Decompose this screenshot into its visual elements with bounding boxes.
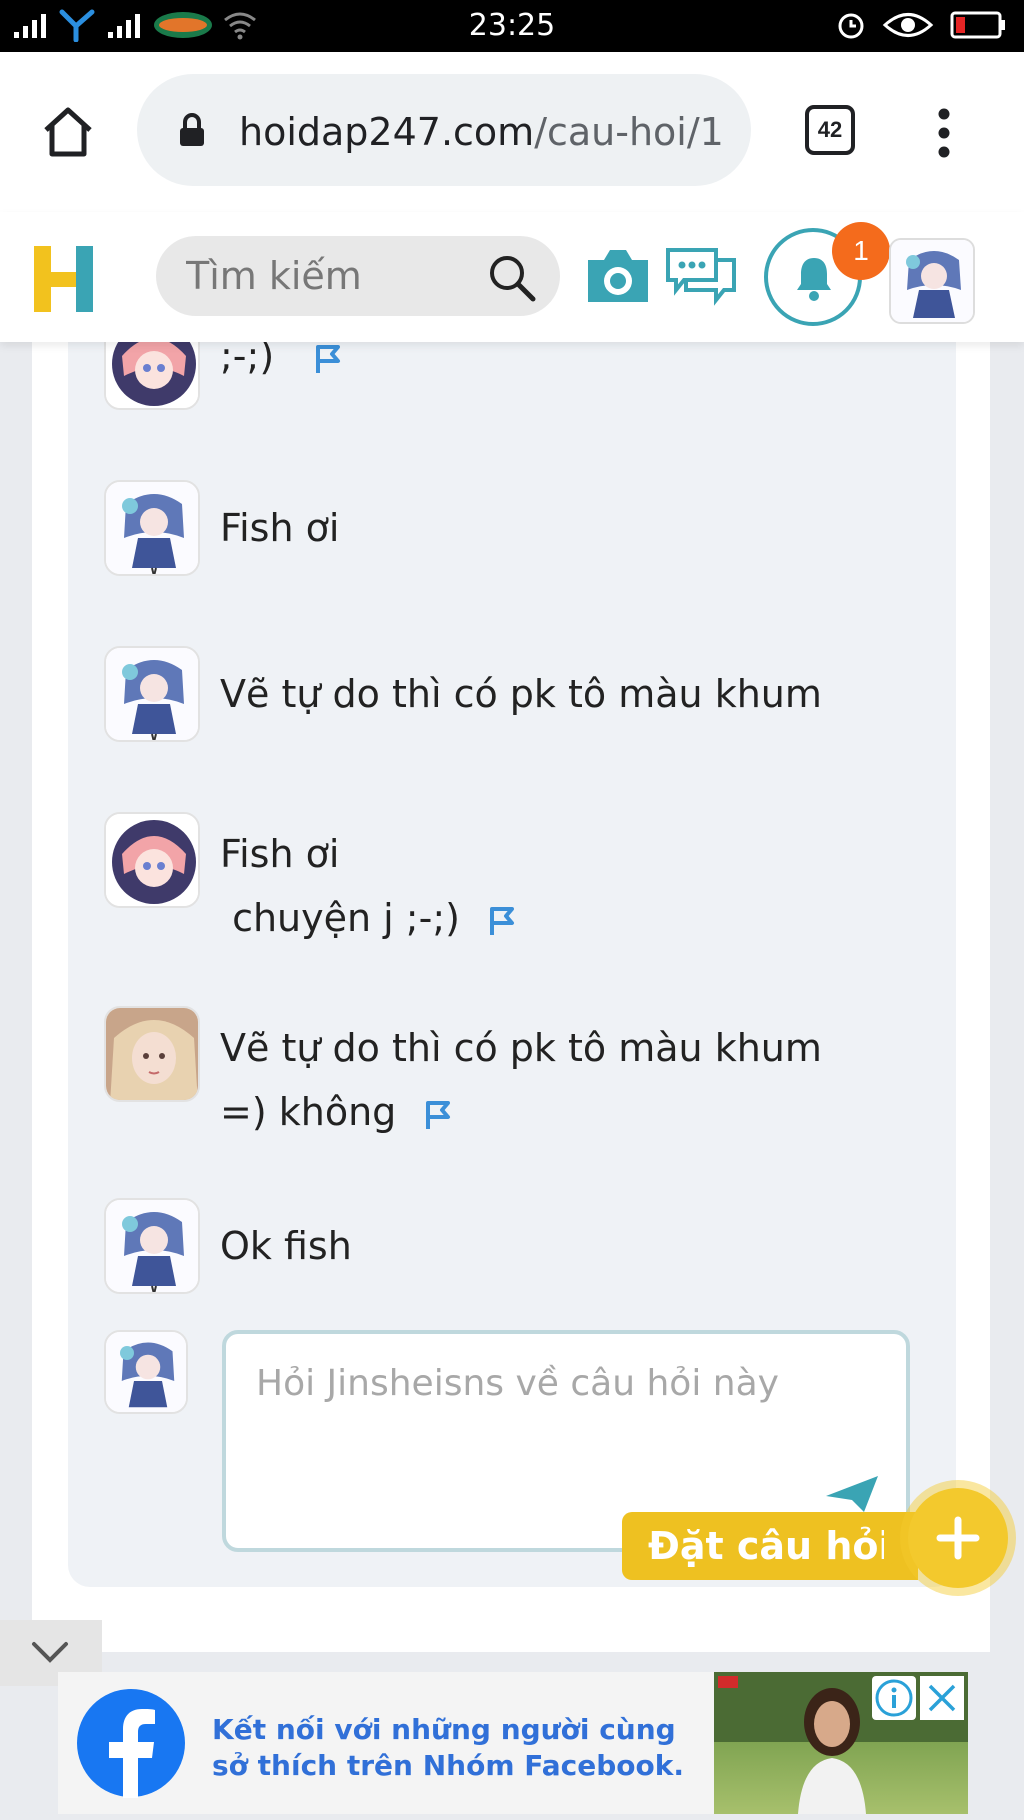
- ad-text: Kết nối với những người cùng sở thích tr…: [212, 1712, 684, 1784]
- browser-toolbar: hoidap247.com/cau-hoi/1 42: [0, 52, 1024, 212]
- notification-badge: 1: [832, 222, 890, 280]
- message-line: chuyện j ;-;): [220, 896, 460, 940]
- send-icon[interactable]: [824, 1474, 880, 1514]
- message-text: Fish ơi chuyện j ;-;): [220, 822, 518, 950]
- address-bar[interactable]: hoidap247.com/cau-hoi/1: [137, 74, 751, 186]
- home-icon[interactable]: [40, 104, 96, 158]
- message-avatar[interactable]: [104, 480, 200, 576]
- message-avatar[interactable]: [104, 812, 200, 908]
- info-icon: [875, 1679, 913, 1717]
- battery-icon: [950, 11, 1005, 39]
- bell-icon: [797, 258, 831, 301]
- search-input[interactable]: [186, 236, 486, 316]
- anime-girl-blue-avatar: [106, 648, 198, 740]
- status-bar: 23:25: [0, 0, 1024, 52]
- anime-girl-blue-avatar: [106, 1332, 186, 1412]
- search-icon[interactable]: [486, 252, 538, 304]
- message-line: Ok fish: [220, 1224, 352, 1268]
- message-text: Vẽ tự do thì có pk tô màu khum =) không: [220, 1016, 822, 1144]
- ad-info-button[interactable]: [872, 1676, 916, 1720]
- message-text: Fish ơi: [220, 496, 339, 560]
- search-box: [156, 236, 560, 316]
- ad-banner[interactable]: Kết nối với những người cùng sở thích tr…: [58, 1672, 968, 1814]
- tab-switcher-button[interactable]: 42: [805, 105, 855, 155]
- lock-icon: [180, 113, 204, 146]
- my-avatar[interactable]: [104, 1330, 188, 1414]
- anime-girl-blue-avatar: [106, 1200, 198, 1292]
- ask-question-label[interactable]: Đặt câu hỏi: [622, 1512, 918, 1580]
- message-line: Fish ơi: [220, 506, 340, 550]
- message-line: Fish ơi: [220, 832, 340, 876]
- more-menu-icon[interactable]: [932, 106, 956, 160]
- ask-label-arrow: [884, 1520, 908, 1572]
- report-flag-icon[interactable]: [422, 1099, 454, 1131]
- chevron-down-icon: [32, 1642, 68, 1663]
- message-line-2: =) không: [220, 1080, 822, 1144]
- message-line-2: chuyện j ;-;): [220, 886, 518, 950]
- reply-input[interactable]: [256, 1354, 876, 1514]
- camera-icon[interactable]: [582, 244, 654, 308]
- anime-girl-blue-avatar: [891, 240, 973, 322]
- url-host: hoidap247.com: [239, 110, 535, 154]
- ad-close-button[interactable]: [920, 1676, 964, 1720]
- message-text: Ok fish: [220, 1214, 352, 1278]
- user-avatar[interactable]: [889, 238, 975, 324]
- report-flag-icon[interactable]: [486, 905, 518, 937]
- chat-icon[interactable]: [664, 246, 740, 310]
- anime-girl-blue-avatar: [106, 482, 198, 574]
- site-logo[interactable]: [32, 242, 98, 314]
- eye-comfort-icon: [882, 13, 934, 37]
- message-avatar[interactable]: [104, 1006, 200, 1102]
- site-header: 1: [0, 212, 1024, 342]
- doll-girl-avatar: [106, 1008, 198, 1100]
- anime-girl-pink-avatar: [106, 814, 198, 906]
- report-flag-icon[interactable]: [312, 343, 344, 375]
- close-icon: [928, 1684, 956, 1712]
- alarm-icon: [838, 13, 864, 39]
- message-text: Vẽ tự do thì có pk tô màu khum: [220, 662, 822, 726]
- facebook-logo-icon: [77, 1689, 185, 1798]
- plus-icon: [936, 1516, 980, 1560]
- ad-line-2: sở thích trên Nhóm Facebook.: [212, 1749, 684, 1782]
- message-avatar[interactable]: [104, 646, 200, 742]
- ask-question-button[interactable]: [908, 1488, 1008, 1588]
- message-line: Vẽ tự do thì có pk tô màu khum: [220, 1026, 822, 1070]
- ad-line-1: Kết nối với những người cùng: [212, 1713, 676, 1746]
- url-text: hoidap247.com/cau-hoi/1: [239, 110, 729, 154]
- message-line: =) không: [220, 1090, 397, 1134]
- message-line: Vẽ tự do thì có pk tô màu khum: [220, 672, 822, 716]
- message-avatar[interactable]: [104, 1198, 200, 1294]
- url-path: /cau-hoi/1: [534, 110, 724, 154]
